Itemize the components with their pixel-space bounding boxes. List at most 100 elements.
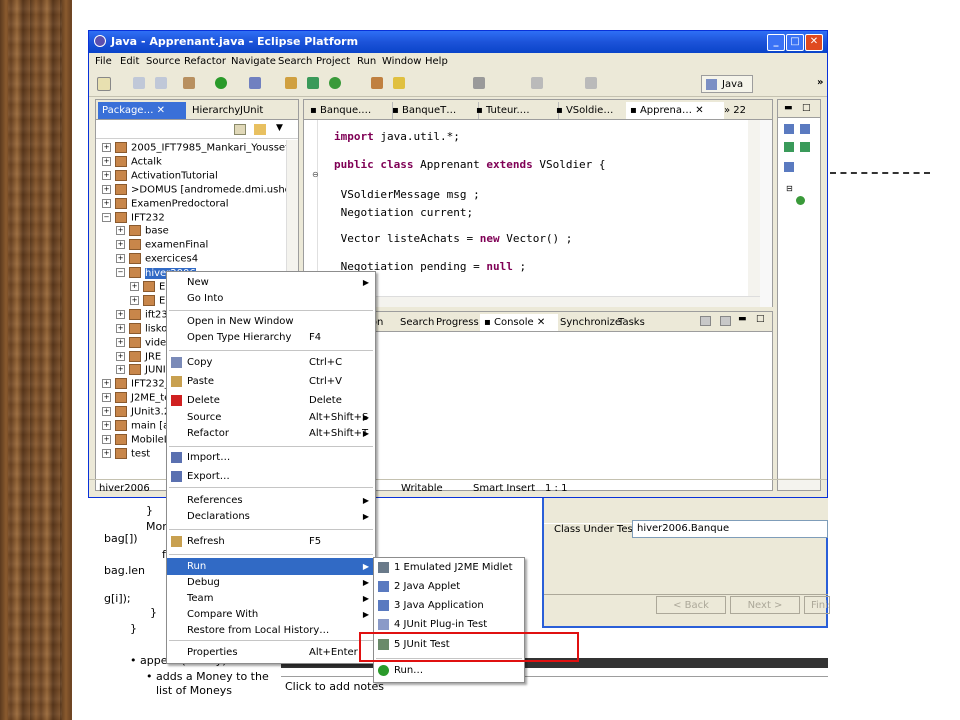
menu-edit[interactable]: Edit bbox=[120, 56, 139, 67]
expand-toggle-icon[interactable]: + bbox=[102, 170, 111, 180]
context-menu-item[interactable]: Open in New Window bbox=[167, 313, 375, 330]
tree-item[interactable]: + video bbox=[116, 336, 172, 351]
tree-item[interactable]: + exercices4 bbox=[116, 253, 198, 267]
expand-toggle-icon[interactable]: + bbox=[102, 393, 111, 403]
menu-source[interactable]: Source bbox=[146, 56, 180, 67]
tree-item[interactable]: + Actalk bbox=[102, 155, 162, 170]
run-submenu-item[interactable]: Run… bbox=[374, 662, 524, 680]
display-console-icon[interactable] bbox=[700, 316, 711, 326]
context-menu-item[interactable]: Restore from Local History… bbox=[167, 622, 375, 639]
context-menu-item[interactable]: Debug ▶ bbox=[167, 574, 375, 591]
minimize-icon[interactable]: _ bbox=[767, 34, 785, 51]
expand-toggle-icon[interactable]: − bbox=[102, 212, 111, 222]
external-tools-icon[interactable] bbox=[249, 77, 261, 89]
minimize-view-icon[interactable]: ▬ bbox=[738, 314, 747, 324]
expand-toggle-icon[interactable]: + bbox=[116, 240, 125, 250]
menu-navigate[interactable]: Navigate bbox=[231, 56, 276, 67]
forward-icon[interactable] bbox=[585, 77, 597, 89]
run-submenu-item[interactable]: 2 Java Applet bbox=[374, 578, 524, 596]
tree-item[interactable]: + ActivationTutorial bbox=[102, 169, 218, 184]
back-icon[interactable] bbox=[531, 77, 543, 89]
more-perspectives-icon[interactable]: » bbox=[817, 77, 823, 88]
menu-refactor[interactable]: Refactor bbox=[184, 56, 226, 67]
print-icon[interactable] bbox=[155, 77, 167, 89]
tree-item[interactable]: + E bbox=[130, 294, 165, 309]
tab-banque-test[interactable]: ▪ BanqueT… bbox=[388, 102, 479, 119]
expand-toggle-icon[interactable]: + bbox=[102, 379, 111, 389]
context-menu-item[interactable]: Open Type Hierarchy F4 bbox=[167, 329, 375, 346]
sort-icon[interactable] bbox=[784, 124, 794, 134]
class-under-test-field[interactable]: hiver2006.Banque bbox=[632, 520, 828, 538]
maximize-view-icon[interactable]: □ bbox=[802, 103, 811, 113]
tree-item[interactable]: + JRE bbox=[116, 350, 161, 365]
expand-toggle-icon[interactable]: + bbox=[116, 365, 125, 375]
expand-toggle-icon[interactable]: + bbox=[102, 421, 111, 430]
new-icon[interactable] bbox=[97, 77, 111, 91]
menu-run[interactable]: Run bbox=[357, 56, 376, 67]
debug-icon[interactable] bbox=[183, 77, 195, 89]
next-button[interactable]: Next > bbox=[730, 596, 800, 614]
menu-file[interactable]: File bbox=[95, 56, 112, 67]
close-icon[interactable]: ✕ bbox=[805, 34, 823, 51]
expand-toggle-icon[interactable]: + bbox=[130, 295, 139, 305]
tree-item[interactable]: + MobileLe bbox=[102, 433, 175, 448]
tab-banque[interactable]: ▪ Banque.… bbox=[306, 102, 393, 119]
context-menu-item[interactable]: Properties Alt+Enter bbox=[167, 644, 375, 661]
expand-toggle-icon[interactable]: − bbox=[116, 268, 125, 278]
tree-item[interactable]: + liskov bbox=[116, 322, 173, 337]
tab-console[interactable]: ▪ Console ✕ bbox=[480, 314, 558, 331]
new-java-project-icon[interactable] bbox=[285, 77, 297, 89]
pin-console-icon[interactable] bbox=[720, 316, 731, 326]
context-menu-item[interactable]: Run ▶ bbox=[167, 558, 375, 575]
tree-item[interactable]: + JUnit3.2 bbox=[102, 406, 170, 420]
tree-item[interactable]: + J2ME_te bbox=[102, 392, 170, 406]
context-menu-item[interactable]: Refresh F5 bbox=[167, 533, 375, 550]
link-editor-icon[interactable] bbox=[254, 124, 266, 135]
run-submenu-item[interactable]: 3 Java Application bbox=[374, 597, 524, 615]
expand-toggle-icon[interactable]: + bbox=[116, 309, 125, 319]
tree-item[interactable]: + base bbox=[116, 225, 169, 239]
hide-nonpublic-icon[interactable] bbox=[800, 142, 810, 152]
finish-button[interactable]: Finis bbox=[804, 596, 830, 614]
class-node-icon[interactable] bbox=[796, 196, 805, 205]
tree-item[interactable]: + ExamenPredoctoral bbox=[102, 197, 229, 212]
menu-help[interactable]: Help bbox=[425, 56, 448, 67]
tree-item[interactable]: + ift23 bbox=[116, 308, 168, 323]
back-button[interactable]: < Back bbox=[656, 596, 726, 614]
maximize-view-icon[interactable]: □ bbox=[756, 314, 765, 324]
expand-toggle-icon[interactable]: + bbox=[102, 407, 111, 417]
expand-toggle-icon[interactable]: + bbox=[102, 156, 111, 166]
context-menu-item[interactable]: Import… bbox=[167, 449, 375, 466]
hide-static-icon[interactable] bbox=[784, 142, 794, 152]
tree-item[interactable]: − IFT232 bbox=[102, 211, 165, 226]
menu-search[interactable]: Search bbox=[278, 56, 312, 67]
outline-filter-icon[interactable] bbox=[784, 162, 794, 172]
run-submenu-item[interactable]: 1 Emulated J2ME Midlet bbox=[374, 559, 524, 577]
minimize-view-icon[interactable]: ▬ bbox=[784, 103, 793, 113]
tab-progress[interactable]: Progress bbox=[432, 314, 483, 331]
next-annotation-icon[interactable] bbox=[473, 77, 485, 89]
new-package-icon[interactable] bbox=[307, 77, 319, 89]
tree-item[interactable]: + test bbox=[102, 447, 150, 462]
tab-junit[interactable]: JUnit bbox=[236, 102, 267, 119]
tree-item[interactable]: + JUNI bbox=[116, 364, 166, 378]
tree-collapse-icon[interactable]: ⊟ bbox=[786, 184, 793, 193]
tab-tuteur[interactable]: ▪ Tuteur.… bbox=[472, 102, 559, 119]
expand-toggle-icon[interactable]: + bbox=[102, 448, 111, 458]
expand-toggle-icon[interactable]: + bbox=[102, 184, 111, 194]
context-menu-item[interactable]: Declarations ▶ bbox=[167, 508, 375, 525]
context-menu-item[interactable]: Team ▶ bbox=[167, 590, 375, 607]
collapse-all-icon[interactable] bbox=[234, 124, 246, 135]
context-menu-item[interactable]: Go Into bbox=[167, 290, 375, 307]
context-menu-item[interactable]: Export… bbox=[167, 468, 375, 485]
run-icon[interactable] bbox=[215, 77, 227, 89]
context-menu-item[interactable]: Paste Ctrl+V bbox=[167, 373, 375, 390]
tree-item[interactable]: + >DOMUS [andromede.dmi.usherb. bbox=[102, 183, 286, 198]
tree-item[interactable]: + main [a bbox=[102, 420, 169, 434]
context-menu-item[interactable]: Copy Ctrl+C bbox=[167, 354, 375, 371]
new-class-icon[interactable] bbox=[329, 77, 341, 89]
tree-item[interactable]: +2005_IFT7985_Mankari_Youssef bbox=[102, 142, 286, 156]
expand-toggle-icon[interactable]: + bbox=[116, 337, 125, 347]
expand-toggle-icon[interactable]: + bbox=[116, 323, 125, 333]
context-menu-item[interactable]: Source Alt+Shift+S ▶ bbox=[167, 409, 375, 426]
